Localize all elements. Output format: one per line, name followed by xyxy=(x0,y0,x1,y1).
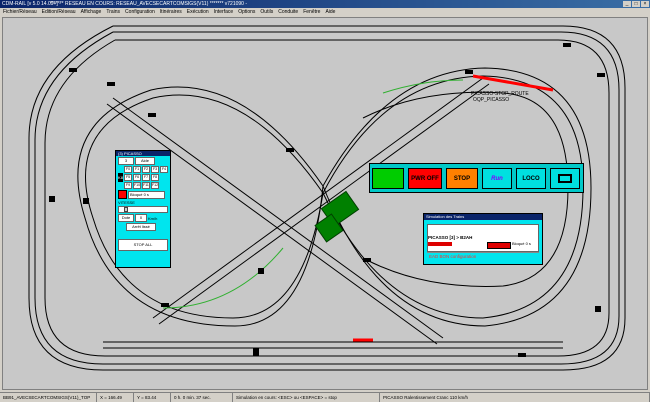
menu-configuration[interactable]: Configuration xyxy=(125,8,155,16)
function-button-f9[interactable]: F9 xyxy=(124,182,132,189)
stop-all-button[interactable]: STOP ALL xyxy=(118,239,168,251)
signal xyxy=(253,348,259,356)
address-field[interactable]: 3 xyxy=(118,157,134,165)
power-off-button[interactable]: PWR OFF xyxy=(408,168,442,189)
mode-button[interactable]: Dote xyxy=(118,214,134,222)
green-button[interactable] xyxy=(372,168,404,189)
signal xyxy=(563,43,571,47)
command-bar: PWR OFF STOP Run LOCO xyxy=(369,163,584,193)
loco-panel-title: (3) PICASSO xyxy=(116,151,170,156)
stop-delay-button[interactable]: Arrêt lissé xyxy=(126,223,156,231)
menu-interface[interactable]: Interface xyxy=(214,8,233,16)
signal xyxy=(107,82,115,86)
status-network: BB91_AVECSECARTCOMSIGS(V11)_TOP xyxy=(0,393,97,402)
speed-label: VITESSE xyxy=(118,200,135,205)
menu-outils[interactable]: Outils xyxy=(260,8,273,16)
sim-train-route: PICASSO [3] > B2AH xyxy=(428,235,473,240)
menu-conduite[interactable]: Conduite xyxy=(278,8,298,16)
maximize-button[interactable]: □ xyxy=(632,1,640,7)
signal xyxy=(597,73,605,77)
speed-unit: Km/h xyxy=(148,215,158,221)
signal xyxy=(363,258,371,262)
document-title: ******* RESEAU EN COURS: RESEAU_AVECSECA… xyxy=(50,1,248,7)
sim-train-progress xyxy=(428,242,452,246)
loco-icon[interactable]: K8 xyxy=(118,173,123,182)
status-y: Y = 83.44 xyxy=(134,393,171,402)
divider xyxy=(427,252,539,253)
screen-button[interactable] xyxy=(550,168,580,189)
signal xyxy=(148,113,156,117)
track-layout xyxy=(28,25,626,371)
loco-button[interactable]: LOCO xyxy=(516,168,546,189)
track-occupied-red xyxy=(472,74,554,92)
sim-train-block xyxy=(487,242,511,249)
signal xyxy=(69,68,77,72)
signal xyxy=(286,148,294,152)
function-button-f4[interactable]: F4 xyxy=(160,166,168,173)
minimize-button[interactable]: _ xyxy=(623,1,631,7)
window-controls: _ □ × xyxy=(623,1,649,7)
signal xyxy=(465,70,473,74)
function-button-f7[interactable]: F7 xyxy=(142,174,150,181)
menu-execution[interactable]: Exécution xyxy=(187,8,209,16)
menu-fenetre[interactable]: Fenêtre xyxy=(303,8,320,16)
signal xyxy=(258,268,264,274)
function-button-f12[interactable]: F12 xyxy=(151,182,159,189)
function-button-f2[interactable]: F2 xyxy=(142,166,150,173)
status-simulation: Simulation en cours: <ESC> ou <ESPACE> =… xyxy=(233,393,380,402)
function-button-f10[interactable]: F10 xyxy=(133,182,141,189)
monitor-icon xyxy=(558,173,572,183)
menu-bar: Fichier/Réseau Edition/Réseau Affichage … xyxy=(0,8,650,16)
signal xyxy=(595,306,601,312)
function-button-f0[interactable]: F0 xyxy=(124,166,132,173)
title-bar: CDM-RAIL [v 5.0 14.09+] - ******* RESEAU… xyxy=(0,0,650,8)
sim-train-state: Bloqué 0 s xyxy=(512,241,531,246)
status-train-message: PICASSO Ralentissement Cranc 110 km/h xyxy=(380,393,650,402)
speed-slider[interactable] xyxy=(118,206,168,213)
simulation-panel-title: Simulation des Trains xyxy=(424,214,542,220)
menu-options[interactable]: Options xyxy=(238,8,255,16)
menu-fichier[interactable]: Fichier/Réseau xyxy=(3,8,37,16)
signal xyxy=(161,303,169,307)
signal xyxy=(518,353,526,357)
aide-button[interactable]: Aide xyxy=(135,157,155,165)
speed-slider-thumb[interactable] xyxy=(123,207,128,212)
function-button-f8[interactable]: F8 xyxy=(151,174,159,181)
menu-affichage[interactable]: Affichage xyxy=(81,8,102,16)
status-time: 0 h. 0 min. 37 sec. xyxy=(171,393,233,402)
loco-state-label: Bloqué 0 s xyxy=(128,190,165,199)
function-button-f5[interactable]: F5 xyxy=(124,174,132,181)
menu-trains[interactable]: Trains xyxy=(106,8,120,16)
function-button-f1[interactable]: F1 xyxy=(133,166,141,173)
track-right-lobe xyxy=(322,75,584,319)
close-button[interactable]: × xyxy=(641,1,649,7)
status-bar: BB91_AVECSECARTCOMSIGS(V11)_TOP X = 166.… xyxy=(0,392,650,402)
track-diagonal-2 xyxy=(158,83,490,325)
status-x: X = 166.49 xyxy=(97,393,134,402)
run-button[interactable]: Run xyxy=(482,168,512,189)
track-layout-canvas[interactable]: PICASSO-STOP_ROUTE OQP_PICASSO xyxy=(2,17,648,390)
menu-edition[interactable]: Edition/Réseau xyxy=(42,8,76,16)
menu-aide[interactable]: Aide xyxy=(325,8,335,16)
menu-itineraires[interactable]: Itinéraires xyxy=(160,8,182,16)
function-button-f6[interactable]: F6 xyxy=(133,174,141,181)
speed-value: 0 xyxy=(135,214,147,222)
function-button-f3[interactable]: F3 xyxy=(151,166,159,173)
sim-config-line: EAD BON configuration xyxy=(429,254,477,259)
simulation-panel: Simulation des Trains PICASSO [3] > B2AH… xyxy=(423,213,543,265)
loco-control-panel: (3) PICASSO 3 Aide K8 F0 F1 F2 F3 F4 F5 … xyxy=(115,150,171,268)
stop-button[interactable]: STOP xyxy=(446,168,478,189)
signal xyxy=(49,196,55,202)
train-label-occupation: OQP_PICASSO xyxy=(473,97,510,103)
function-button-f11[interactable]: F11 xyxy=(142,182,150,189)
signal xyxy=(83,198,89,204)
loco-state-indicator xyxy=(118,190,127,199)
